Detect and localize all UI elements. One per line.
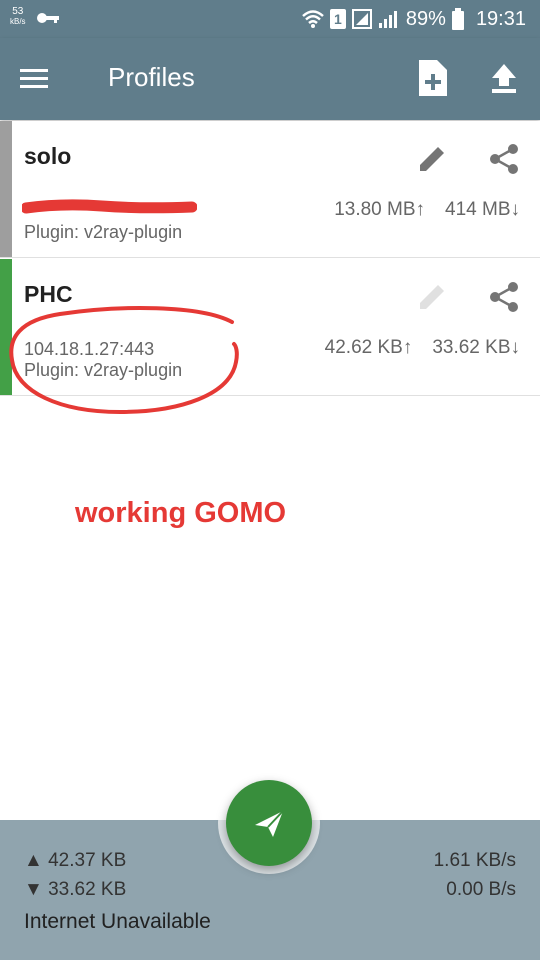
- net-speed-unit: kB/s: [10, 17, 26, 26]
- arrow-down-icon: ↓: [510, 337, 521, 358]
- share-icon[interactable]: [486, 141, 522, 177]
- annotation-circle: [9, 306, 239, 415]
- vpn-key-icon: [37, 13, 59, 23]
- add-file-icon[interactable]: [415, 58, 451, 98]
- total-download: ▼ 33.62 KB: [24, 879, 126, 901]
- download-amount: 414 MB: [445, 199, 511, 220]
- profile-name: solo: [24, 143, 72, 169]
- sim-badge: 1: [329, 9, 346, 29]
- menu-icon[interactable]: [18, 64, 52, 94]
- battery-percent: 89%: [405, 7, 446, 30]
- upload-amount: 13.80 MB: [334, 199, 416, 220]
- total-upload-value: 42.37 KB: [48, 850, 127, 871]
- edit-icon-disabled: [420, 285, 444, 309]
- download-amount: 33.62 KB: [432, 337, 511, 358]
- edit-icon[interactable]: [414, 141, 450, 177]
- status-bar: 53 kB/s 1 89% 19:31: [0, 0, 540, 38]
- network-speed-indicator: 53 kB/s: [10, 7, 26, 27]
- triangle-up-icon: ▲: [24, 850, 43, 871]
- arrow-down-icon: ↓: [510, 199, 521, 220]
- total-upload: ▲ 42.37 KB: [24, 850, 126, 872]
- download-rate: 0.00 B/s: [446, 879, 516, 900]
- clock: 19:31: [475, 7, 526, 30]
- connection-status: Internet Unavailable: [24, 910, 211, 933]
- wifi-icon: [302, 10, 324, 28]
- annotation-text: working GOMO: [75, 497, 287, 529]
- signal-box-icon: [351, 9, 372, 29]
- triangle-down-icon: ▼: [24, 879, 43, 900]
- arrow-up-icon: ↑: [415, 199, 426, 220]
- share-icon[interactable]: [486, 279, 522, 315]
- profile-plugin: Plugin: v2ray-plugin: [24, 222, 183, 242]
- profile-accent-bar: [0, 121, 12, 257]
- total-download-value: 33.62 KB: [48, 879, 127, 900]
- status-icons: 1 89% 19:31: [302, 5, 526, 33]
- upload-rate: 1.61 KB/s: [433, 850, 516, 871]
- page-title: Profiles: [108, 62, 195, 92]
- profile-traffic: 13.80 MB↑ 414 MB↓: [334, 199, 520, 221]
- arrow-up-icon: ↑: [402, 337, 413, 358]
- upload-icon[interactable]: [486, 60, 522, 96]
- net-speed-value: 53: [12, 6, 24, 17]
- connect-button[interactable]: [226, 780, 312, 866]
- signal-bars-icon: [378, 11, 397, 28]
- app-bar: Profiles: [0, 38, 540, 120]
- profile-traffic: 42.62 KB↑ 33.62 KB↓: [325, 337, 520, 359]
- battery-icon: [451, 8, 464, 30]
- upload-amount: 42.62 KB: [324, 337, 403, 358]
- sim-number: 1: [334, 11, 342, 27]
- profile-card-solo[interactable]: solo Plugin: v2ray-plugin 13.80 MB↑ 414 M…: [0, 121, 540, 258]
- paper-plane-icon: [255, 810, 284, 837]
- redaction-scribble: [22, 199, 197, 214]
